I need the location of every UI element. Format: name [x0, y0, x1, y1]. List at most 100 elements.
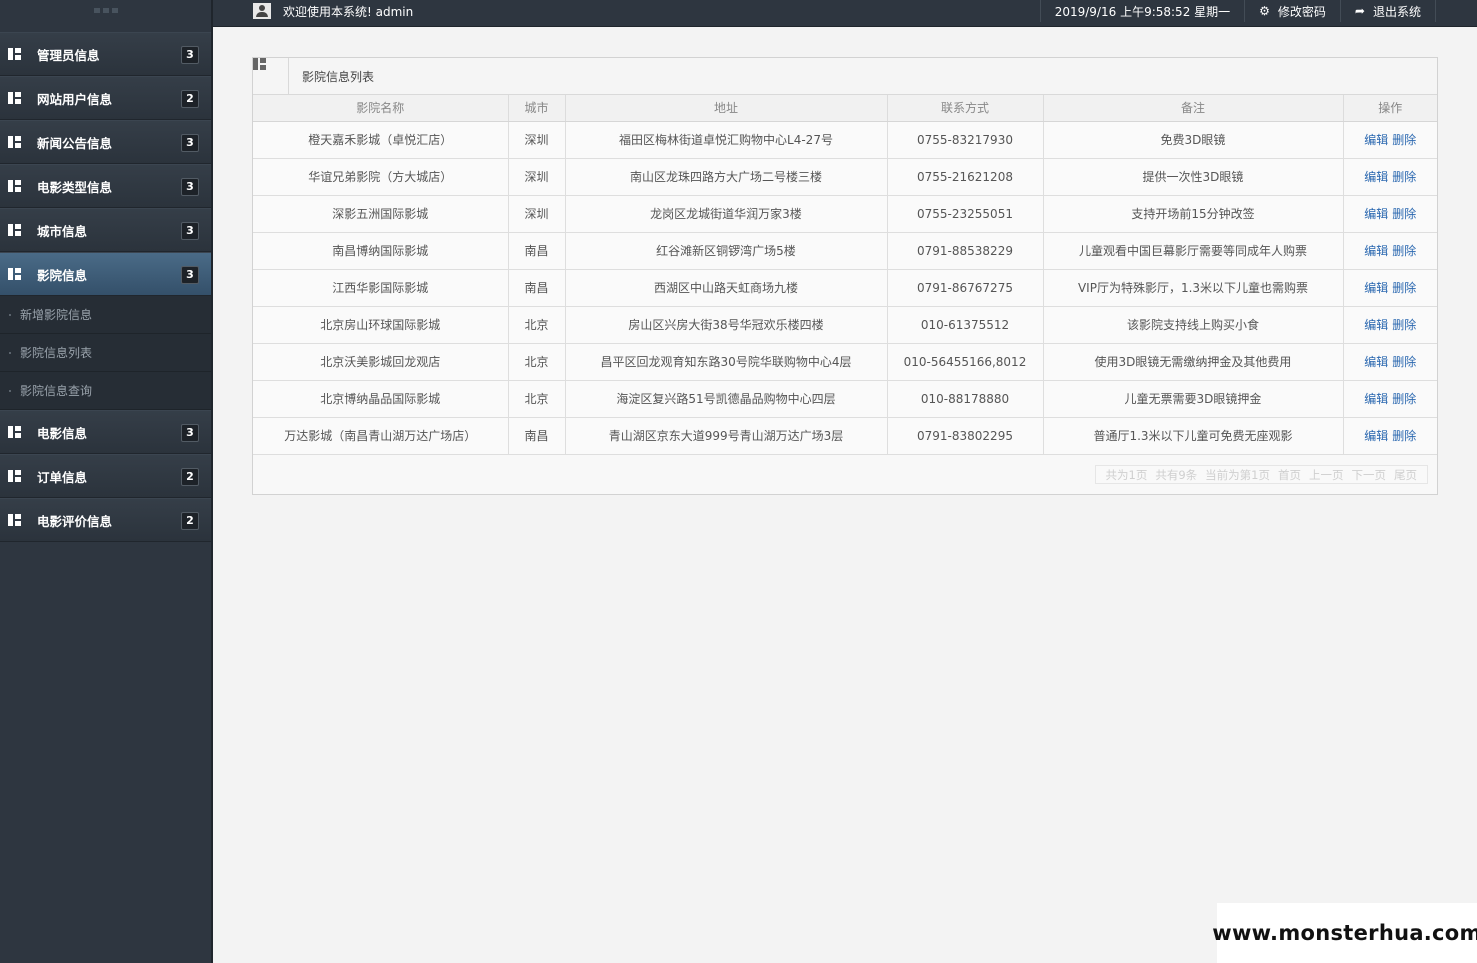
- sidebar: 管理员信息 3 网站用户信息 2 新闻公告信息 3 电影类型信息 3 城市信息 3 影院信息 3 新增…: [0, 0, 213, 963]
- actions-cell: 编辑 删除: [1343, 232, 1437, 270]
- actions-cell: 编辑 删除: [1343, 158, 1437, 196]
- edit-link[interactable]: 编辑: [1364, 355, 1388, 369]
- edit-link[interactable]: 编辑: [1364, 244, 1388, 258]
- sidebar-item[interactable]: 城市信息 3: [0, 208, 211, 252]
- table-cell: 免费3D眼镜: [1043, 121, 1344, 159]
- edit-link[interactable]: 编辑: [1364, 170, 1388, 184]
- actions-cell: 编辑 删除: [1343, 195, 1437, 233]
- count-badge: 2: [181, 468, 199, 486]
- change-password-button[interactable]: ⚙ 修改密码: [1244, 0, 1340, 22]
- edit-link[interactable]: 编辑: [1364, 207, 1388, 221]
- sidebar-subitem[interactable]: 影院信息查询: [0, 372, 211, 410]
- change-password-label: 修改密码: [1277, 4, 1326, 19]
- table-cell: 南昌: [508, 269, 566, 307]
- pager-info: 共为1页: [1105, 467, 1148, 482]
- actions-cell: 编辑 删除: [1343, 417, 1437, 455]
- sidebar-item[interactable]: 电影信息 3: [0, 410, 211, 454]
- grid-icon: [8, 470, 21, 482]
- count-badge: 3: [181, 178, 199, 196]
- table-row: 南昌博纳国际影城 南昌 红谷滩新区铜锣湾广场5楼 0791-88538229 儿童观看中…: [253, 232, 1437, 270]
- table-cell: 房山区兴房大街38号华冠欢乐楼四楼: [565, 306, 888, 344]
- delete-link[interactable]: 删除: [1392, 429, 1416, 443]
- table-cell: 南昌: [508, 417, 566, 455]
- table-cell: 深影五洲国际影城: [253, 195, 509, 233]
- edit-link[interactable]: 编辑: [1364, 133, 1388, 147]
- sidebar-item[interactable]: 新闻公告信息 3: [0, 120, 211, 164]
- table-cell: 北京: [508, 380, 566, 418]
- grid-icon: [8, 48, 21, 60]
- column-header: 地址: [565, 95, 888, 122]
- table-cell: 青山湖区京东大道999号青山湖万达广场3层: [565, 417, 888, 455]
- sidebar-submenu: 新增影院信息 影院信息列表 影院信息查询: [0, 296, 211, 410]
- table-cell: 万达影城（南昌青山湖万达广场店）: [253, 417, 509, 455]
- sidebar-item[interactable]: 电影评价信息 2: [0, 498, 211, 542]
- delete-link[interactable]: 删除: [1392, 244, 1416, 258]
- datetime-display: 2019/9/16 上午9:58:52 星期一: [1039, 0, 1244, 22]
- table-cell: 0791-83802295: [887, 417, 1044, 455]
- sidebar-nav-bottom: 电影信息 3 订单信息 2 电影评价信息 2: [0, 410, 211, 542]
- sidebar-subitem[interactable]: 影院信息列表: [0, 334, 211, 372]
- delete-link[interactable]: 删除: [1392, 318, 1416, 332]
- table-row: 华谊兄弟影院（方大城店） 深圳 南山区龙珠四路方大广场二号楼三楼 0755-21621…: [253, 158, 1437, 196]
- actions-cell: 编辑 删除: [1343, 380, 1437, 418]
- sidebar-item[interactable]: 影院信息 3: [0, 252, 211, 296]
- pager-link[interactable]: 上一页: [1309, 467, 1344, 483]
- table-cell: 北京: [508, 343, 566, 381]
- table-cell: 010-56455166,8012: [887, 343, 1044, 381]
- count-badge: 3: [181, 266, 199, 284]
- sidebar-subitem[interactable]: 新增影院信息: [0, 296, 211, 334]
- sidebar-item[interactable]: 管理员信息 3: [0, 32, 211, 76]
- panel-header: 影院信息列表: [253, 58, 1437, 95]
- table-row: 北京房山环球国际影城 北京 房山区兴房大街38号华冠欢乐楼四楼 010-6137551…: [253, 306, 1437, 344]
- table-row: 江西华影国际影城 南昌 西湖区中山路天虹商场九楼 0791-86767275 VIP厅为…: [253, 269, 1437, 307]
- table-cell: 儿童无票需要3D眼镜押金: [1043, 380, 1344, 418]
- grid-icon: [8, 426, 21, 438]
- logout-button[interactable]: ➦ 退出系统: [1339, 0, 1436, 22]
- grid-icon: [8, 92, 21, 104]
- delete-link[interactable]: 删除: [1392, 355, 1416, 369]
- table-row: 北京沃美影城回龙观店 北京 昌平区回龙观育知东路30号院华联购物中心4层 010-56…: [253, 343, 1437, 381]
- actions-cell: 编辑 删除: [1343, 121, 1437, 159]
- cinema-table: 影院名称 城市 地址 联系方式 备注 操作 橙天嘉禾影城（卓悦汇店） 深圳 福田区梅林街道卓悦…: [253, 95, 1437, 455]
- table-row: 万达影城（南昌青山湖万达广场店） 南昌 青山湖区京东大道999号青山湖万达广场3层 0…: [253, 417, 1437, 455]
- delete-link[interactable]: 删除: [1392, 281, 1416, 295]
- table-cell: 0755-23255051: [887, 195, 1044, 233]
- welcome-area: 欢迎使用本系统! admin: [253, 0, 413, 22]
- table-cell: 北京房山环球国际影城: [253, 306, 509, 344]
- sidebar-item-label: 订单信息: [37, 469, 88, 485]
- count-badge: 3: [181, 46, 199, 64]
- count-badge: 3: [181, 134, 199, 152]
- delete-link[interactable]: 删除: [1392, 170, 1416, 184]
- logout-label: 退出系统: [1372, 4, 1421, 19]
- grid-icon: [8, 180, 21, 192]
- table-cell: 南山区龙珠四路方大广场二号楼三楼: [565, 158, 888, 196]
- edit-link[interactable]: 编辑: [1364, 429, 1388, 443]
- pager-link[interactable]: 下一页: [1352, 467, 1387, 483]
- sidebar-item[interactable]: 订单信息 2: [0, 454, 211, 498]
- table-row: 深影五洲国际影城 深圳 龙岗区龙城街道华润万家3楼 0755-23255051 支持开场…: [253, 195, 1437, 233]
- delete-link[interactable]: 删除: [1392, 392, 1416, 406]
- table-cell: 橙天嘉禾影城（卓悦汇店）: [253, 121, 509, 159]
- table-cell: 儿童观看中国巨幕影厅需要等同成年人购票: [1043, 232, 1344, 270]
- table-cell: 北京沃美影城回龙观店: [253, 343, 509, 381]
- delete-link[interactable]: 删除: [1392, 133, 1416, 147]
- table-row: 北京博纳晶品国际影城 北京 海淀区复兴路51号凯德晶品购物中心四层 010-88178…: [253, 380, 1437, 418]
- edit-link[interactable]: 编辑: [1364, 281, 1388, 295]
- edit-link[interactable]: 编辑: [1364, 318, 1388, 332]
- sidebar-item[interactable]: 电影类型信息 3: [0, 164, 211, 208]
- column-header: 城市: [508, 95, 566, 122]
- table-cell: 华谊兄弟影院（方大城店）: [253, 158, 509, 196]
- table-cell: 010-61375512: [887, 306, 1044, 344]
- sidebar-item-label: 电影信息: [37, 425, 88, 441]
- watermark: www.monsterhua.com: [1212, 903, 1477, 963]
- edit-link[interactable]: 编辑: [1364, 392, 1388, 406]
- table-cell: 0755-21621208: [887, 158, 1044, 196]
- pager-link[interactable]: 尾页: [1394, 467, 1417, 483]
- table-cell: 该影院支持线上购买小食: [1043, 306, 1344, 344]
- datetime-text: 2019/9/16 上午9:58:52 星期一: [1054, 4, 1231, 19]
- sidebar-item[interactable]: 网站用户信息 2: [0, 76, 211, 120]
- delete-link[interactable]: 删除: [1392, 207, 1416, 221]
- pager-link[interactable]: 首页: [1278, 467, 1301, 483]
- column-header: 备注: [1043, 95, 1344, 122]
- grid-icon: [8, 514, 21, 526]
